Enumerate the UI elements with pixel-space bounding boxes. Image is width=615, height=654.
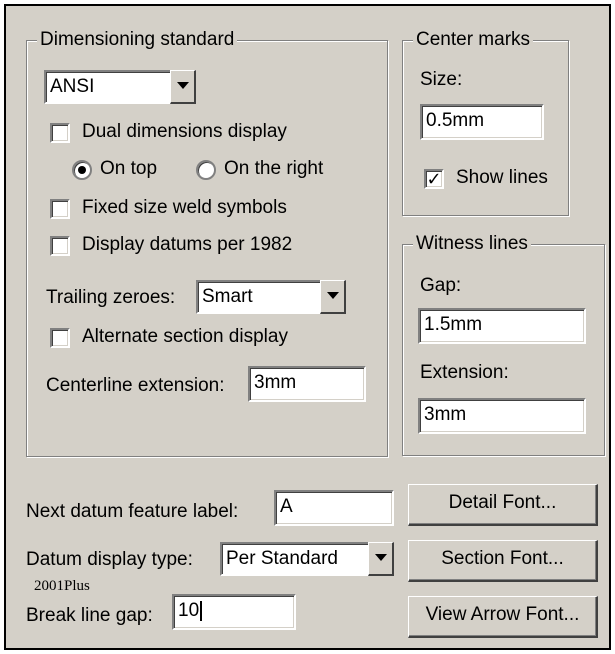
text-caret [200, 600, 203, 621]
detail-font-button[interactable]: Detail Font... [408, 484, 598, 526]
show-lines-checkbox[interactable]: ✓ [424, 169, 444, 189]
center-marks-size-label: Size: [420, 69, 463, 90]
on-top-radio[interactable] [72, 160, 92, 180]
alternate-section-label: Alternate section display [82, 326, 288, 347]
on-the-right-label: On the right [224, 158, 324, 179]
break-line-gap-value: 10 [178, 600, 200, 621]
dual-dimensions-checkbox[interactable] [50, 123, 70, 143]
witness-extension-input[interactable]: 3mm [418, 398, 586, 434]
alternate-section-checkbox[interactable] [50, 328, 70, 348]
centerline-extension-label: Centerline extension: [46, 375, 225, 396]
datum-display-dropdown[interactable]: Per Standard [220, 542, 394, 576]
on-top-label: On top [100, 158, 158, 179]
trailing-zeroes-dropdown[interactable]: Smart [196, 280, 346, 314]
next-datum-input[interactable]: A [274, 490, 394, 526]
witness-gap-label: Gap: [420, 275, 462, 296]
show-lines-label: Show lines [456, 167, 548, 188]
datums-1982-checkbox[interactable] [50, 236, 70, 256]
view-arrow-font-button[interactable]: View Arrow Font... [408, 596, 598, 638]
dimensioning-standard-dropdown[interactable]: ANSI [44, 70, 196, 104]
witness-extension-label: Extension: [420, 362, 509, 383]
document-properties-dialog: Dimensioning standard ANSI Dual dimensio… [4, 4, 611, 650]
center-marks-title: Center marks [413, 28, 534, 52]
datum-display-value: Per Standard [220, 542, 368, 576]
next-datum-label: Next datum feature label: [26, 501, 239, 522]
break-line-gap-input[interactable]: 10 [172, 594, 296, 630]
datum-display-label: Datum display type: [26, 549, 193, 570]
chevron-down-icon[interactable] [368, 542, 394, 576]
fixed-weld-label: Fixed size weld symbols [82, 197, 287, 218]
watermark-text: 2001Plus [34, 578, 90, 594]
on-the-right-radio[interactable] [196, 160, 216, 180]
datums-1982-label: Display datums per 1982 [82, 234, 293, 255]
section-font-button[interactable]: Section Font... [408, 540, 598, 582]
dimensioning-standard-value: ANSI [44, 70, 170, 104]
witness-lines-title: Witness lines [413, 232, 531, 256]
centerline-extension-input[interactable]: 3mm [248, 366, 366, 402]
chevron-down-icon[interactable] [170, 70, 196, 104]
break-line-gap-label: Break line gap: [26, 605, 153, 626]
dual-dimensions-label: Dual dimensions display [82, 121, 287, 142]
dimensioning-standard-title: Dimensioning standard [37, 28, 238, 52]
center-marks-size-input[interactable]: 0.5mm [420, 104, 544, 140]
fixed-weld-checkbox[interactable] [50, 199, 70, 219]
chevron-down-icon[interactable] [320, 280, 346, 314]
witness-gap-input[interactable]: 1.5mm [418, 308, 586, 344]
trailing-zeroes-label: Trailing zeroes: [46, 287, 176, 308]
trailing-zeroes-value: Smart [196, 280, 320, 314]
